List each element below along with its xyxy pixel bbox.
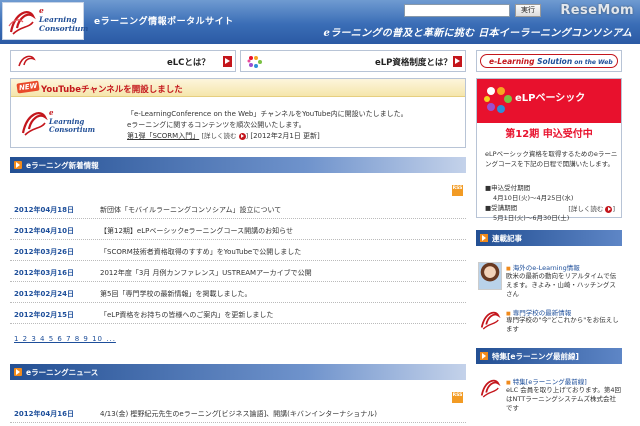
news-title-link[interactable]: 「eLP資格をお持ちの皆様へのご案内」を更新しました (100, 310, 273, 320)
rss-icon[interactable]: RSS (452, 392, 463, 403)
feature-logo-icon (21, 112, 48, 136)
elc-about-banner[interactable]: eLCとは？ (10, 50, 236, 72)
special-section-header: 特集[eラーニング最前線] (476, 348, 622, 364)
news-row[interactable]: 2012年04月16日 4/13(金) 樫野紀元先生のeラーニング[ビジネス論語]… (10, 403, 466, 423)
news-title-link[interactable]: 新団体「モバイルラーニングコンソシアム」設立について (100, 205, 281, 215)
logo-swirl-icon (8, 11, 36, 35)
feature-desc-line3: 第1弾「SCORM入門」 [詳しく読む ] [2012年2月1日 更新] (127, 131, 457, 142)
news-row[interactable]: 2012年03月26日 「SCORM技術者資格取得のすすめ」をYouTubeで公開… (10, 241, 466, 261)
special-feature-link[interactable]: 特集[eラーニング最前線] (506, 376, 587, 386)
special-feature-desc: eLC 会員を取り上げております。第4回はNTTラーニングシステムズ株式会社です (506, 386, 622, 412)
vocational-school-desc: 専門学校の"今"どこれから"をお伝えします (506, 316, 619, 333)
feature-description: 「e-LearningConference on the Web」チャンネルをY… (127, 109, 457, 142)
elp-basic-box[interactable]: eLPベーシック 第12期 申込受付中 eLPベーシック資格を取得するためのeラ… (476, 78, 622, 222)
news-row[interactable]: 2012年02月15日 「eLP資格をお持ちの皆様へのご案内」を更新しました (10, 304, 466, 324)
feature-title[interactable]: YouTubeチャンネルを開設しました (41, 83, 183, 95)
news-date: 2012年04月16日 (14, 410, 74, 418)
news-date: 2012年03月16日 (14, 269, 74, 277)
news-date: 2012年02月24日 (14, 290, 74, 298)
search-input[interactable] (404, 4, 510, 17)
news-title-link[interactable]: 【第12期】eLPベーシックeラーニングコース開講のお知らせ (100, 226, 293, 236)
serial-section-header: 連載記事 (476, 230, 622, 246)
youtube-feature-box: NEW YouTubeチャンネルを開設しました e Learning Conso… (10, 78, 466, 148)
read-more-arrow-icon (605, 205, 613, 213)
news-date: 2012年04月10日 (14, 227, 74, 235)
read-more-arrow-icon (238, 132, 246, 140)
elp-basic-subtitle: 第12期 申込受付中 (505, 129, 593, 140)
scorm-intro-link[interactable]: 第1弾「SCORM入門」 (127, 132, 199, 140)
news-date: 2012年03月26日 (14, 248, 74, 256)
elc-logo-icon (480, 379, 501, 398)
elp-read-more-link[interactable]: [詳しく読む ] (568, 203, 615, 213)
solution-on-web-banner[interactable]: e-Learning Solution on the Web (476, 50, 622, 72)
overseas-info-desc: 欧米の最新の動向をリアルタイムで伝えます。きよみ・山崎・ハッチングスさん (506, 272, 617, 298)
site-logo[interactable]: e Learning Consortium (2, 2, 88, 40)
elc-about-label: eLCとは？ (167, 58, 210, 68)
news-title-link[interactable]: 第5回「専門学校の最新情報」を掲載しました。 (100, 289, 251, 299)
play-icon (14, 161, 22, 169)
feature-update-date: [2012年2月1日 更新] (250, 132, 320, 140)
avatar[interactable] (478, 262, 502, 290)
news-title-link[interactable]: 4/13(金) 樫野紀元先生のeラーニング[ビジネス論語]、開講(キバンインター… (100, 409, 377, 419)
news-row[interactable]: 2012年02月24日 第5回「専門学校の最新情報」を掲載しました。 (10, 283, 466, 303)
news-row[interactable]: 2012年04月10日 【第12期】eLPベーシックeラーニングコース開講のお知ら… (10, 220, 466, 240)
serial-section-title: 連載記事 (492, 234, 522, 243)
new-badge: NEW (16, 80, 40, 94)
play-icon (480, 352, 488, 360)
colorful-dots-icon (247, 56, 262, 68)
news-pager[interactable]: 1 2 3 4 5 6 7 8 9 10 ... (14, 335, 116, 343)
logo-text: e Learning Consortium (39, 6, 89, 33)
arrow-right-icon (223, 56, 232, 67)
feature-desc-line1: 「e-LearningConference on the Web」チャンネルをY… (127, 110, 408, 118)
rss-icon[interactable]: RSS (452, 185, 463, 196)
play-icon (14, 368, 22, 376)
news-section-title: eラーニング新着情報 (26, 161, 99, 170)
news-section-header: eラーニング新着情報 (10, 157, 466, 173)
site-tagline: eラーニングの普及と革新に挑む 日本イーラーニングコンソシアム (323, 28, 632, 39)
elp-about-label: eLP資格制度とは？ (375, 58, 452, 68)
site-header: e Learning Consortium eラーニング情報ポータルサイト 実行… (0, 0, 640, 44)
news-row[interactable]: 2012年04月18日 新団体「モバイルラーニングコンソシアム」設立について (10, 199, 466, 219)
portal-title: eラーニング情報ポータルサイト (94, 17, 234, 27)
solution-pill: e-Learning Solution on the Web (480, 54, 618, 68)
feature-header: NEW YouTubeチャンネルを開設しました (11, 79, 465, 97)
colorful-dots-icon (484, 87, 512, 113)
special-section-title: 特集[eラーニング最前線] (492, 352, 579, 361)
news-date: 2012年02月15日 (14, 311, 74, 319)
elc-logo-icon (18, 55, 36, 67)
solution-label: e-Learning Solution on the Web (489, 57, 613, 66)
news-title-link[interactable]: 2012年度「3月 月例カンファレンス」USTREAMアーカイブで公開 (100, 268, 312, 278)
news-date: 2012年04月18日 (14, 206, 74, 214)
elp-basic-header: eLPベーシック (477, 79, 621, 123)
news2-section-title: eラーニングニュース (26, 368, 99, 377)
news2-section-header: eラーニングニュース (10, 364, 466, 380)
resemom-watermark: ReseMom (560, 3, 634, 18)
news-row[interactable]: 2012年03月16日 2012年度「3月 月例カンファレンス」USTREAMアー… (10, 262, 466, 282)
arrow-right-icon (453, 56, 462, 67)
elp-basic-description: eLPベーシック資格を取得するためのeラーニングコースを下記の日程で開講いたしま… (485, 150, 618, 168)
elp-basic-title: eLPベーシック (515, 93, 586, 104)
overseas-info-link[interactable]: 海外のe-Learning情報 (506, 262, 580, 272)
play-icon (480, 234, 488, 242)
feature-logo-text: e Learning Consortium (49, 108, 96, 134)
elp-about-banner[interactable]: eLP資格制度とは？ (240, 50, 466, 72)
elp-basic-schedule: ■申込受付期間 4月10日(火)～4月25日(水) ■受講期間 5月1日(火)～… (485, 184, 574, 222)
search-button[interactable]: 実行 (515, 4, 541, 17)
elc-logo-icon (480, 311, 501, 330)
news-title-link[interactable]: 「SCORM技術者資格取得のすすめ」をYouTubeで公開しました (100, 247, 301, 257)
feature-desc-line2: eラーニングに関するコンテンツを順次公開いたします。 (127, 121, 306, 129)
feature-read-more-link[interactable]: [詳しく読む ] (201, 131, 248, 142)
